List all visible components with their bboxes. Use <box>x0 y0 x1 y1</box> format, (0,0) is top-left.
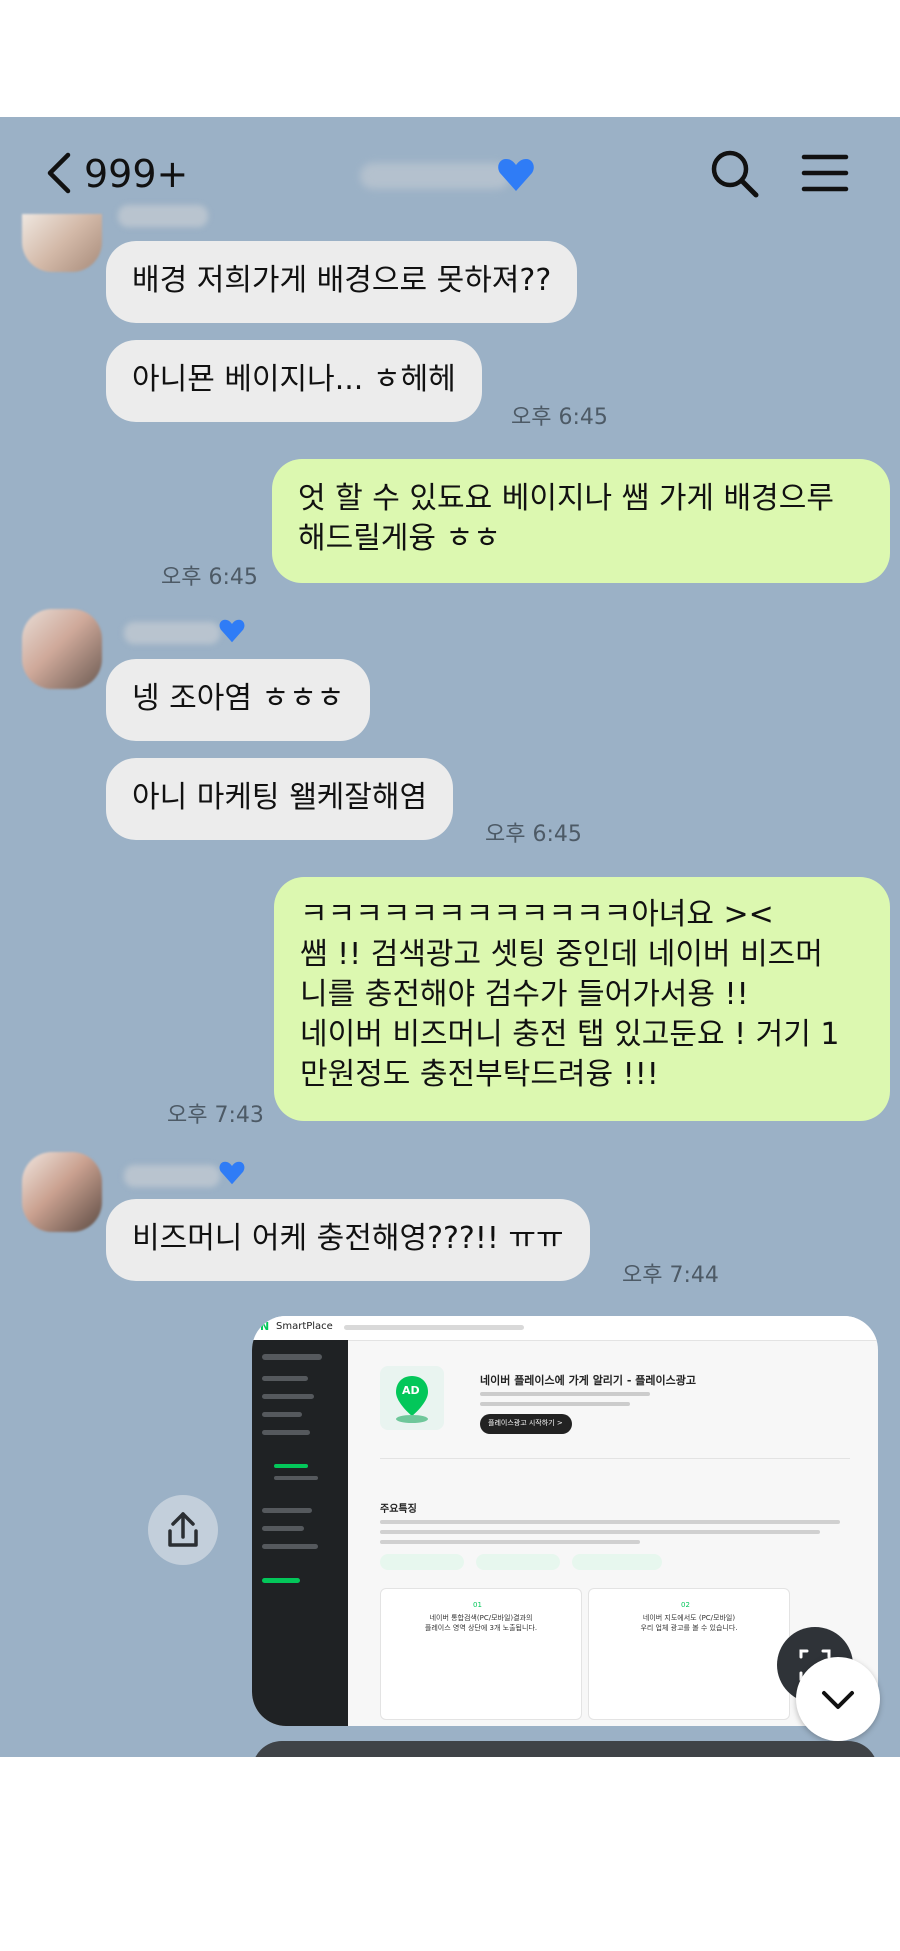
share-icon <box>168 1512 198 1547</box>
title-desc-placeholder <box>480 1392 650 1396</box>
sidebar-row <box>262 1526 304 1531</box>
smartplace-title: 네이버 플레이스에 가게 알리기 - 플레이스광고 <box>480 1374 696 1387</box>
sidebar-row-green <box>262 1578 300 1583</box>
ad-icon: AD <box>380 1366 444 1430</box>
message-incoming[interactable]: 아니묜 베이지나... ㅎ헤헤 <box>106 340 482 422</box>
sender-name-blurred <box>118 205 208 227</box>
unread-count[interactable]: 999+ <box>84 152 188 196</box>
sidebar-row <box>262 1354 322 1360</box>
message-time: 오후 6:45 <box>511 405 608 430</box>
message-time: 오후 7:43 <box>167 1103 264 1128</box>
back-chevron-icon[interactable] <box>38 149 86 197</box>
sidebar-row <box>262 1412 302 1417</box>
message-outgoing[interactable]: ㅋㅋㅋㅋㅋㅋㅋㅋㅋㅋㅋㅋ아녀요 >< 쌤 !! 검색광고 셋팅 중인데 네이버 … <box>274 877 890 1121</box>
next-image-message[interactable] <box>252 1741 878 1757</box>
sender-name-blurred <box>124 622 220 644</box>
top-menu-placeholder <box>344 1325 524 1330</box>
search-icon[interactable] <box>708 147 760 199</box>
smartplace-logo: SmartPlace <box>276 1321 333 1332</box>
sidebar-row <box>262 1508 312 1513</box>
message-incoming[interactable]: 배경 저희가게 배경으로 못하져?? <box>106 241 578 323</box>
section-text-placeholder <box>380 1540 640 1544</box>
tag-chip <box>380 1554 464 1570</box>
scroll-down-button[interactable] <box>796 1657 880 1741</box>
smartplace-topbar: N SmartPlace <box>252 1316 878 1341</box>
tag-chip <box>476 1554 560 1570</box>
share-button[interactable] <box>148 1495 218 1565</box>
menu-icon[interactable] <box>800 151 850 195</box>
sender-avatar[interactable] <box>22 1152 102 1232</box>
sidebar-row <box>262 1394 314 1399</box>
sidebar-row <box>274 1476 318 1480</box>
sender-name-blurred <box>124 1165 220 1187</box>
message-incoming[interactable]: 아니 마케팅 왤케잘해염 <box>106 758 454 840</box>
sidebar-row <box>262 1544 318 1549</box>
title-desc-placeholder <box>480 1402 630 1406</box>
message-incoming[interactable]: 비즈머니 어케 충전해영???!! ㅠㅠ <box>106 1199 590 1281</box>
tag-chip <box>572 1554 662 1570</box>
chat-room: 999+ 배경 저희가게 배경으로 못하져?? 아니묜 베이지나... ㅎ헤헤 … <box>0 117 900 1757</box>
feature-card: 02 네이버 지도에서도 (PC/모바일) 우리 업체 광고를 볼 수 있습니다… <box>588 1588 790 1720</box>
sidebar-row-active <box>274 1464 308 1468</box>
section-text-placeholder <box>380 1530 820 1534</box>
message-outgoing[interactable]: 엇 할 수 있됴요 베이지나 쌤 가게 배경으루 해드릴게융 ㅎㅎ <box>272 459 890 583</box>
chevron-down-icon <box>822 1691 854 1709</box>
smartplace-sidebar <box>252 1340 348 1726</box>
ad-badge: AD <box>402 1384 420 1397</box>
section-text-placeholder <box>380 1520 840 1524</box>
sidebar-row <box>262 1376 308 1381</box>
message-incoming[interactable]: 넹 조아염 ㅎㅎㅎ <box>106 659 371 741</box>
feature-card: 01 네이버 통합검색(PC/모바일)결과의 플레이스 영역 상단에 3개 노출… <box>380 1588 582 1720</box>
info-row-placeholder <box>380 1458 850 1459</box>
naver-logo-n: N <box>260 1320 270 1333</box>
message-time: 오후 7:44 <box>622 1263 719 1288</box>
heart-icon <box>219 619 245 643</box>
sender-avatar[interactable] <box>22 214 102 272</box>
chat-title-blurred <box>360 163 510 189</box>
message-time: 오후 6:45 <box>161 565 258 590</box>
heart-icon <box>219 1161 245 1185</box>
message-time: 오후 6:45 <box>485 822 582 847</box>
start-ad-button[interactable]: 플레이스광고 시작하기 > <box>480 1414 572 1434</box>
section-title: 주요특징 <box>380 1504 417 1515</box>
sidebar-row <box>262 1430 310 1435</box>
sender-avatar[interactable] <box>22 609 102 689</box>
heart-icon <box>498 159 534 191</box>
